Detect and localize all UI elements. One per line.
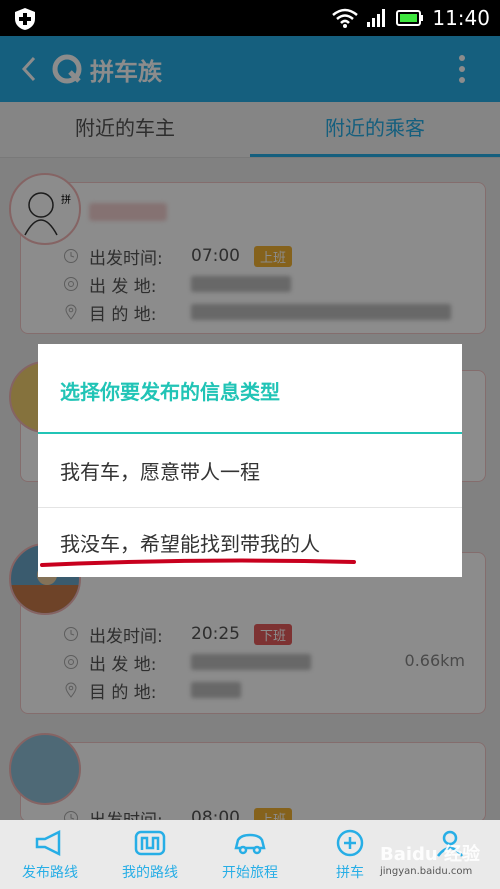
megaphone-icon <box>35 829 61 857</box>
nav-publish-route[interactable]: 发布路线 <box>0 820 100 889</box>
nav-my-routes[interactable]: 我的路线 <box>100 820 200 889</box>
watermark-url: jingyan.baidu.com <box>379 866 473 877</box>
nav-label: 拼车 <box>336 865 364 881</box>
option-have-car[interactable]: 我有车，愿意带人一程 <box>38 436 462 508</box>
plus-icon <box>336 829 364 857</box>
shield-icon <box>15 8 35 30</box>
red-underline-annotation <box>40 558 356 567</box>
wifi-icon <box>332 8 359 28</box>
nav-label: 我的路线 <box>122 865 178 881</box>
dialog-title: 选择你要发布的信息类型 <box>60 380 280 404</box>
signal-icon <box>367 9 386 27</box>
post-type-dialog: 选择你要发布的信息类型 我有车，愿意带人一程 我没车，希望能找到带我的人 <box>38 344 462 577</box>
nav-start-trip[interactable]: 开始旅程 <box>200 820 300 889</box>
nav-label: 开始旅程 <box>222 865 278 881</box>
car-icon <box>234 833 266 855</box>
nav-label: 发布路线 <box>22 865 78 881</box>
baidu-watermark: Baidu 经验 jingyan.baidu.com <box>380 840 480 877</box>
dialog-divider <box>38 432 462 434</box>
status-bar: 11:40 <box>0 0 500 36</box>
battery-icon <box>396 10 424 26</box>
status-time: 11:40 <box>432 6 490 30</box>
watermark-brand: Baidu 经验 <box>379 844 480 865</box>
route-icon <box>134 830 166 856</box>
